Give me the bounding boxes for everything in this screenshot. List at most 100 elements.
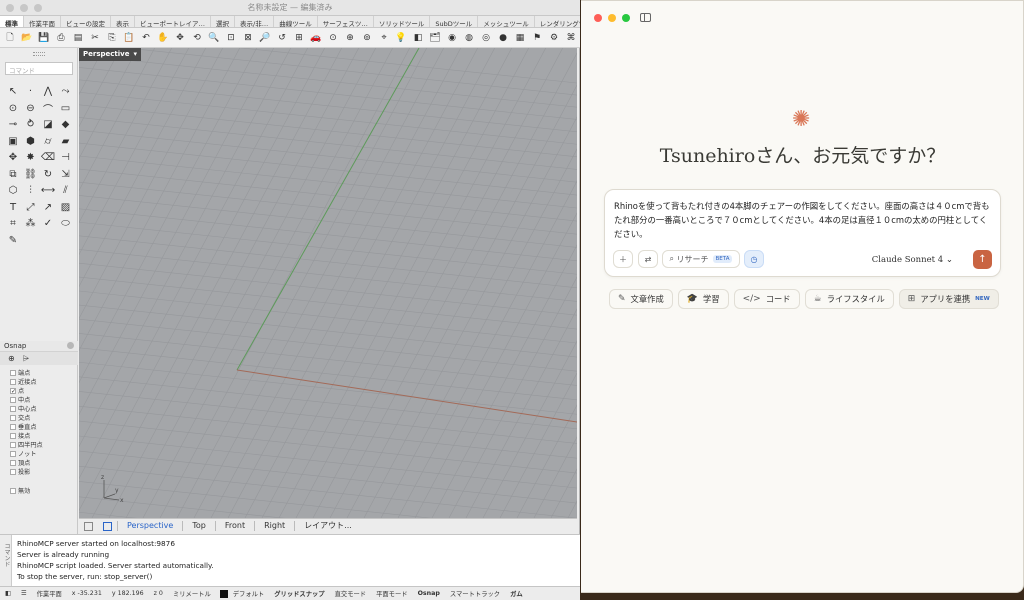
- four-views-icon[interactable]: ⊞: [292, 31, 306, 45]
- tab-render-tools[interactable]: レンダリングツール: [535, 16, 580, 27]
- osnap-disable[interactable]: 無効: [10, 486, 78, 495]
- osnap-target-icon[interactable]: ⊕: [8, 354, 15, 363]
- environment-icon[interactable]: ●: [496, 31, 510, 45]
- command-input[interactable]: コマンド: [5, 62, 73, 75]
- trim-tool-icon[interactable]: ⌫: [40, 150, 56, 165]
- minimize-button[interactable]: [608, 14, 616, 22]
- chat-input-box[interactable]: Rhinoを使って背もたれ付きの4本脚のチェアーの作図をしてください。座面の高さ…: [604, 189, 1001, 277]
- rotate-view-icon[interactable]: ⟲: [190, 31, 204, 45]
- list-icon[interactable]: ☰: [16, 590, 32, 597]
- checkbox[interactable]: [10, 405, 16, 412]
- sidebar-toggle-icon[interactable]: [640, 13, 651, 22]
- tab-display[interactable]: 表示: [111, 16, 135, 27]
- chip-writing[interactable]: ✎ 文章作成: [609, 289, 673, 309]
- extrude-curve-icon[interactable]: ◆: [58, 117, 74, 132]
- align-tool-icon[interactable]: ⫽: [58, 183, 74, 198]
- tab-set-view[interactable]: ビューの設定: [61, 16, 111, 27]
- close-button[interactable]: [594, 14, 602, 22]
- mesh-tool-icon[interactable]: ▰: [58, 134, 74, 149]
- tab-visibility[interactable]: 表示/非…: [235, 16, 275, 27]
- research-button[interactable]: ⌕ リサーチ BETA: [662, 250, 740, 268]
- grid-snap-toggle[interactable]: グリッドスナップ: [269, 589, 329, 598]
- chip-lifestyle[interactable]: ☕ ライフスタイル: [804, 289, 894, 309]
- status-units[interactable]: ミリメートル: [168, 589, 216, 598]
- ortho-toggle[interactable]: 直交モード: [330, 589, 371, 598]
- material-icon[interactable]: ◍: [462, 31, 476, 45]
- color-wheel-icon[interactable]: ◉: [445, 31, 459, 45]
- commands-icon[interactable]: ⌘: [564, 31, 578, 45]
- chip-code[interactable]: </> コード: [733, 289, 800, 309]
- single-view-icon[interactable]: [103, 521, 112, 531]
- point-tool-icon[interactable]: ·: [23, 84, 39, 99]
- text-tool-icon[interactable]: T: [5, 200, 21, 215]
- layer-icon[interactable]: ◧: [411, 31, 425, 45]
- tab-select[interactable]: 選択: [211, 16, 235, 27]
- zoom-selected-icon[interactable]: 🔎: [258, 31, 272, 45]
- layout-grid-icon[interactable]: [84, 521, 93, 531]
- tab-perspective[interactable]: Perspective: [117, 521, 182, 531]
- properties-icon[interactable]: 🗂: [428, 31, 442, 45]
- osnap-toggle[interactable]: Osnap: [413, 590, 445, 597]
- check-tool-icon[interactable]: ✓: [40, 216, 56, 231]
- grid-icon[interactable]: ⊚: [360, 31, 374, 45]
- tab-mesh-tools[interactable]: メッシュツール: [478, 16, 535, 27]
- osnap-tangent[interactable]: 接点: [10, 431, 78, 440]
- status-layer[interactable]: デフォルト: [228, 589, 269, 598]
- render-icon[interactable]: ◎: [479, 31, 493, 45]
- circle-tool-icon[interactable]: ⊙: [5, 101, 21, 116]
- tab-front[interactable]: Front: [214, 521, 254, 531]
- explode-tool-icon[interactable]: ✸: [23, 150, 39, 165]
- tab-top[interactable]: Top: [182, 521, 215, 531]
- chevron-down-icon[interactable]: ▾: [133, 50, 137, 59]
- tab-standard[interactable]: 標準: [0, 16, 24, 27]
- offset-curve-icon[interactable]: ⥁: [23, 117, 39, 132]
- add-button[interactable]: ＋: [613, 250, 633, 268]
- dimension-tool-icon[interactable]: ⤢: [23, 200, 39, 215]
- render-tool-icon[interactable]: ⁂: [23, 216, 39, 231]
- leader-tool-icon[interactable]: ↗: [40, 200, 56, 215]
- osnap-quadrant[interactable]: 四半円点: [10, 440, 78, 449]
- osnap-perpendicular[interactable]: 垂直点: [10, 422, 78, 431]
- surface-corner-icon[interactable]: ◪: [40, 117, 56, 132]
- rotate-tool-icon[interactable]: ↻: [40, 167, 56, 182]
- panel-close-icon[interactable]: [67, 342, 74, 349]
- osnap-intersection[interactable]: 交点: [10, 413, 78, 422]
- cut-icon[interactable]: ✂: [88, 31, 102, 45]
- send-button[interactable]: ↑: [973, 250, 992, 269]
- ellipse-tool-icon[interactable]: ⊖: [23, 101, 39, 116]
- gumball-toggle[interactable]: ガム: [505, 589, 528, 598]
- osnap-vertex[interactable]: 頂点: [10, 458, 78, 467]
- move-tool-icon[interactable]: ⬡: [5, 183, 21, 198]
- options-icon[interactable]: ⚙: [547, 31, 561, 45]
- checkbox[interactable]: [10, 432, 16, 439]
- tab-solid-tools[interactable]: ソリッドツール: [374, 16, 431, 27]
- car-icon[interactable]: 🚗: [309, 31, 323, 45]
- tools-button[interactable]: ⇄: [638, 250, 658, 268]
- tab-subd-tools[interactable]: SubDツール: [430, 16, 479, 27]
- osnap-point[interactable]: ✓ 点: [10, 386, 78, 395]
- save-icon[interactable]: 💾: [37, 31, 51, 45]
- select-tool-icon[interactable]: ↖: [5, 84, 21, 99]
- osnap-midpoint[interactable]: 中点: [10, 395, 78, 404]
- checkbox[interactable]: [10, 459, 16, 466]
- checkbox[interactable]: [10, 487, 16, 494]
- chip-connect-apps[interactable]: ⊞ アプリを連携 NEW: [898, 289, 999, 309]
- paste-icon[interactable]: 📋: [122, 31, 136, 45]
- osnap-center[interactable]: 中心点: [10, 404, 78, 413]
- zoom-window-icon[interactable]: ⊡: [224, 31, 238, 45]
- paint-tool-icon[interactable]: ⬭: [58, 216, 74, 231]
- smarttrack-toggle[interactable]: スマートトラック: [445, 589, 505, 598]
- planar-toggle[interactable]: 平面モード: [371, 589, 412, 598]
- copy-icon[interactable]: ⎘: [105, 31, 119, 45]
- hatch-tool-icon[interactable]: ▨: [58, 200, 74, 215]
- transform-tool-icon[interactable]: ✥: [5, 150, 21, 165]
- move-view-icon[interactable]: ✥: [173, 31, 187, 45]
- status-cplane[interactable]: 作業平面: [32, 589, 67, 598]
- brush-tool-icon[interactable]: ✎: [5, 233, 21, 248]
- group-tool-icon[interactable]: ⛓: [23, 167, 39, 182]
- cylinder-tool-icon[interactable]: ⌭: [40, 134, 56, 149]
- lock-view-icon[interactable]: ⊙: [326, 31, 340, 45]
- pan-icon[interactable]: ✋: [156, 31, 170, 45]
- checkbox[interactable]: [10, 396, 16, 403]
- model-selector[interactable]: Claude Sonnet 4 ⌄: [872, 255, 953, 265]
